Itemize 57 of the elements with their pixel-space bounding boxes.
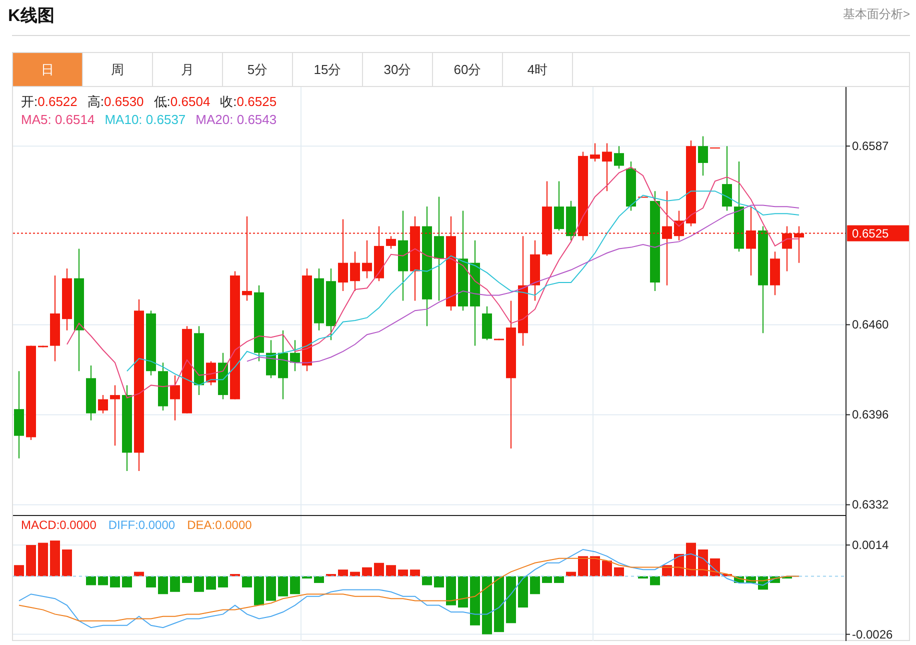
candlestick [314, 268, 324, 331]
candlestick [158, 362, 168, 411]
fundamental-analysis-link[interactable]: 基本面分析> [842, 6, 910, 23]
candlestick [554, 180, 564, 231]
candlestick [362, 240, 372, 279]
candlestick [170, 374, 180, 421]
macd-legend-value: MACD:0.0000 [21, 518, 96, 532]
candlestick [350, 251, 360, 292]
ohlc-value: 低:0.6504 [154, 93, 210, 111]
axis-label: -0.0026 [852, 627, 893, 641]
candlestick [494, 338, 504, 341]
macd-legend-value: DIFF:0.0000 [108, 518, 176, 532]
candlestick [278, 330, 288, 400]
candlestick [374, 226, 384, 282]
candlestick [794, 226, 804, 264]
candlestick [590, 142, 600, 162]
candlestick [266, 340, 276, 379]
candlestick [62, 268, 72, 331]
ma-legend-value: MA5: 0.6514 [21, 112, 95, 127]
axis-label: 0.6460 [852, 318, 889, 332]
axis-label: 0.6587 [852, 139, 889, 154]
page-title: K线图 [8, 5, 54, 27]
axis-label: 0.6332 [852, 498, 889, 512]
candlestick [530, 240, 540, 302]
macd-legend-value: DEA:0.0000 [187, 518, 252, 532]
candlestick [602, 142, 612, 192]
candlestick [638, 196, 648, 198]
ohlc-value: 开:0.6522 [21, 93, 78, 111]
candlestick [614, 146, 624, 170]
candlestick [722, 146, 732, 212]
candlestick [98, 394, 108, 414]
candlestick [86, 365, 96, 421]
candlestick [698, 136, 708, 176]
ma-legend-value: MA10: 0.6537 [104, 112, 186, 127]
candlestick [218, 352, 228, 400]
current-price-label: 0.6525 [847, 225, 909, 242]
ohlc-value: 高:0.6530 [87, 93, 144, 111]
candlestick [194, 326, 204, 396]
candlestick [770, 251, 780, 296]
candlestick [626, 161, 636, 212]
axis-label: 0.0014 [852, 538, 889, 552]
ref-line-label: 0.6525 [852, 226, 890, 240]
candlestick [782, 226, 792, 272]
candlestick [386, 236, 396, 250]
axis-label: 0.6396 [852, 408, 889, 422]
candlestick [674, 210, 684, 241]
ma-legend-value: MA20: 0.6543 [196, 112, 277, 127]
ohlc-value: 收:0.6525 [220, 93, 277, 111]
candlestick [110, 384, 120, 446]
candlestick [710, 146, 720, 148]
candlestick [146, 310, 156, 376]
candlestick [290, 340, 300, 372]
candlestick [746, 206, 756, 276]
candlestick [482, 306, 492, 341]
candlestick [206, 360, 216, 386]
candlestick [38, 345, 48, 348]
candlestick [566, 200, 576, 241]
